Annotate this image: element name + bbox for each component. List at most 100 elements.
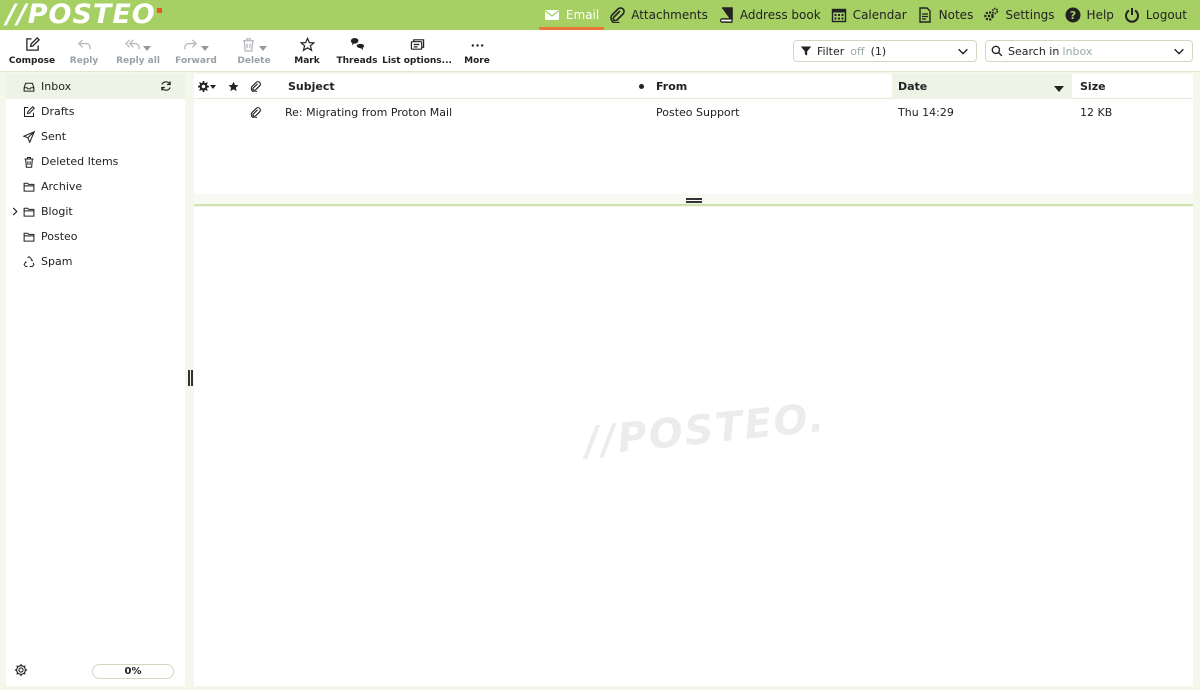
delete-label: Delete <box>237 56 271 66</box>
nav-attachments-label: Attachments <box>631 8 708 22</box>
size-header-label: Size <box>1080 80 1106 93</box>
folder-label: Blogit <box>41 205 73 218</box>
forward-button[interactable]: Forward <box>175 30 217 72</box>
paperclip-icon <box>250 81 261 92</box>
from-column-header[interactable]: From <box>656 74 886 99</box>
logo-dot <box>156 8 162 13</box>
date-column-header[interactable]: Date <box>892 74 1072 99</box>
recycle-icon <box>23 255 35 267</box>
nav-email[interactable]: Email <box>538 0 605 30</box>
chevron-down-icon <box>958 48 968 55</box>
list-preview-resize-handle[interactable] <box>194 194 1193 206</box>
nav-logout[interactable]: Logout <box>1119 0 1192 30</box>
size-column-header[interactable]: Size <box>1080 74 1190 99</box>
unread-status-icon <box>639 84 644 89</box>
quota-indicator: 0% <box>92 664 174 679</box>
nav-address-book-label: Address book <box>739 8 821 22</box>
folder-label: Deleted Items <box>41 155 119 168</box>
forward-icon <box>184 39 198 50</box>
size-cell: 12 KB <box>1080 106 1113 119</box>
more-button[interactable]: More <box>462 30 492 72</box>
list-options-icon <box>410 39 424 50</box>
filter-select[interactable]: Filter off (1) <box>793 40 977 62</box>
more-icon <box>471 44 483 47</box>
note-icon <box>918 7 931 23</box>
chevron-down-icon <box>143 46 151 51</box>
nav-calendar[interactable]: Calendar <box>826 0 912 30</box>
posteo-watermark: //POSTEO. <box>582 394 829 466</box>
folder-label: Spam <box>41 255 73 268</box>
attachment-column[interactable] <box>250 74 264 99</box>
compose-label: Compose <box>8 56 56 66</box>
message-list: Subject From Date Size Re: Migrating fro… <box>194 74 1193 194</box>
paper-plane-icon <box>23 130 35 143</box>
nav-settings[interactable]: Settings <box>978 0 1059 30</box>
inbox-icon <box>23 82 35 92</box>
folder-archive[interactable]: Archive <box>6 174 185 199</box>
nav-address-book[interactable]: Address book <box>713 0 826 30</box>
chevron-down-icon[interactable] <box>1172 44 1186 58</box>
nav-logout-label: Logout <box>1145 8 1187 22</box>
folder-label: Sent <box>41 130 67 143</box>
chevron-down-icon <box>210 84 216 89</box>
flag-column[interactable] <box>228 74 242 99</box>
folder-label: Posteo <box>41 230 78 243</box>
chevron-down-icon <box>259 46 267 51</box>
filter-count: (1) <box>870 44 887 58</box>
main-navigation: Email Attachments Address book Calendar … <box>538 0 1192 30</box>
folder-inbox[interactable]: Inbox <box>6 74 185 99</box>
list-options-column[interactable] <box>198 74 220 99</box>
folder-posteo[interactable]: Posteo <box>6 224 185 249</box>
nav-help-label: Help <box>1086 8 1114 22</box>
posteo-logo[interactable]: //POSTEO <box>6 0 162 32</box>
reply-icon <box>77 39 91 50</box>
book-icon <box>719 7 733 23</box>
nav-calendar-label: Calendar <box>852 8 907 22</box>
folder-deleted-items[interactable]: Deleted Items <box>6 149 185 174</box>
folder-label: Inbox <box>41 80 72 93</box>
list-options-label: List options... <box>382 56 452 66</box>
sidebar-resize-handle[interactable] <box>188 370 193 386</box>
reply-label: Reply <box>69 56 99 66</box>
envelope-icon <box>544 10 559 20</box>
nav-settings-label: Settings <box>1005 8 1055 22</box>
folder-sent[interactable]: Sent <box>6 124 185 149</box>
nav-help[interactable]: ? Help <box>1060 0 1119 30</box>
folder-drafts[interactable]: Drafts <box>6 99 185 124</box>
mark-button[interactable]: Mark <box>292 30 322 72</box>
filter-label: Filter <box>817 44 845 58</box>
search-input[interactable]: Search in Inbox <box>985 40 1193 62</box>
svg-text:?: ? <box>1069 9 1075 22</box>
sort-descending-icon <box>1054 86 1064 92</box>
refresh-icon[interactable] <box>160 80 172 92</box>
paperclip-icon <box>610 7 626 23</box>
list-options-button[interactable]: List options... <box>382 30 452 72</box>
help-icon: ? <box>1065 7 1081 23</box>
reply-all-button[interactable]: Reply all <box>116 30 160 72</box>
gears-icon <box>984 7 999 21</box>
reply-button[interactable]: Reply <box>66 30 102 72</box>
power-icon <box>1124 8 1139 23</box>
nav-email-label: Email <box>565 8 600 22</box>
chevron-right-icon[interactable] <box>11 207 19 216</box>
folder-label: Archive <box>41 180 83 193</box>
table-row[interactable]: Re: Migrating from Proton Mail Posteo Su… <box>194 100 1193 125</box>
gear-icon[interactable] <box>14 663 28 677</box>
compose-button[interactable]: Compose <box>8 30 56 72</box>
threads-label: Threads <box>336 56 378 66</box>
reply-all-label: Reply all <box>116 56 160 66</box>
folder-blogit[interactable]: Blogit <box>6 199 185 224</box>
chevron-down-icon <box>201 46 209 51</box>
threads-icon <box>350 37 364 51</box>
search-icon <box>991 45 1003 57</box>
star-icon <box>299 37 315 52</box>
reply-all-icon <box>125 39 140 50</box>
nav-notes[interactable]: Notes <box>912 0 979 30</box>
delete-button[interactable]: Delete <box>236 30 272 72</box>
nav-attachments[interactable]: Attachments <box>604 0 713 30</box>
threads-button[interactable]: Threads <box>337 30 377 72</box>
folder-spam[interactable]: Spam <box>6 249 185 274</box>
calendar-icon <box>831 8 846 23</box>
subject-column-header[interactable]: Subject <box>288 74 644 99</box>
attachment-cell <box>250 100 264 125</box>
